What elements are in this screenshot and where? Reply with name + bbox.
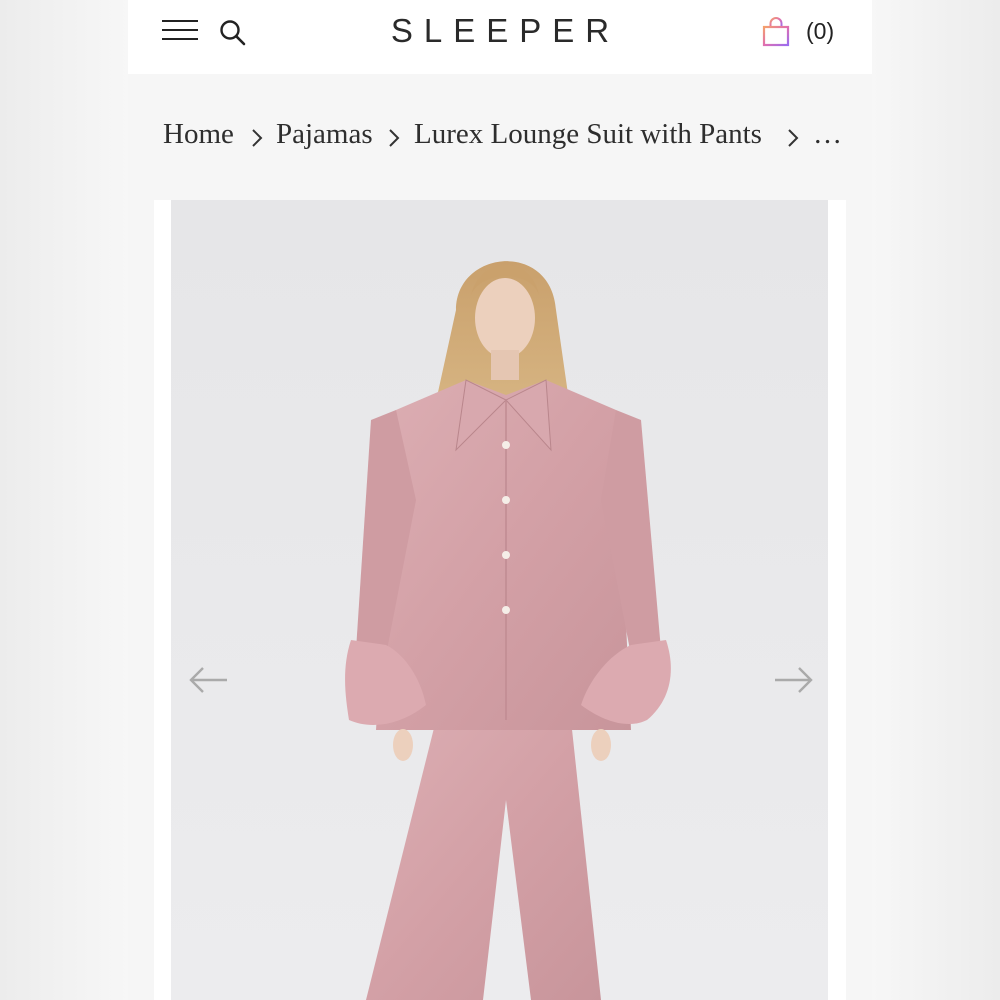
arrow-left-icon[interactable] xyxy=(187,665,229,695)
arrow-right-icon[interactable] xyxy=(773,665,815,695)
chevron-right-icon xyxy=(788,129,799,147)
product-photo xyxy=(171,200,828,1000)
mobile-page: SLEEPER (0) Home Pajamas Lurex Lounge Su… xyxy=(128,0,872,1000)
breadcrumb-product[interactable]: Lurex Lounge Suit with Pants xyxy=(414,118,762,151)
top-header: SLEEPER (0) xyxy=(128,0,872,74)
chevron-right-icon xyxy=(389,129,400,147)
model-illustration xyxy=(345,261,671,1000)
breadcrumb-pajamas[interactable]: Pajamas xyxy=(276,118,373,151)
breadcrumb-home[interactable]: Home xyxy=(163,118,234,151)
brand-logo[interactable]: SLEEPER xyxy=(128,12,872,50)
product-gallery xyxy=(154,200,846,1000)
breadcrumb: Home Pajamas Lurex Lounge Suit with Pant… xyxy=(163,118,853,158)
cart-button[interactable]: (0) xyxy=(762,14,862,54)
cart-count: (0) xyxy=(806,18,835,44)
breadcrumb-overflow[interactable]: … xyxy=(813,118,842,151)
chevron-right-icon xyxy=(252,129,263,147)
shopping-bag-icon xyxy=(762,17,790,47)
